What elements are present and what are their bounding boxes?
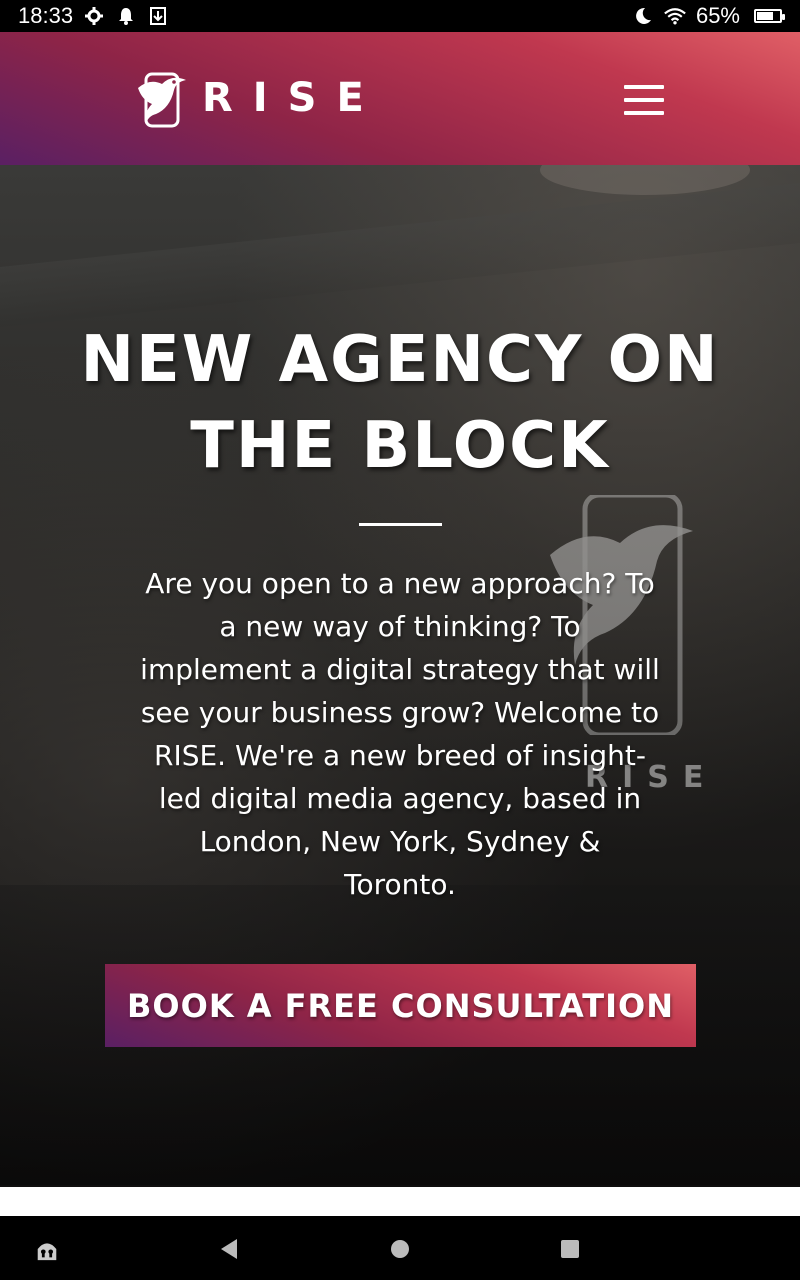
book-consultation-button[interactable]: BOOK A FREE CONSULTATION xyxy=(105,964,696,1047)
recents-icon[interactable] xyxy=(557,1236,583,1262)
accessibility-icon[interactable] xyxy=(34,1236,60,1262)
hamburger-menu-icon[interactable] xyxy=(624,85,664,115)
page-bottom-strip xyxy=(0,1187,800,1216)
status-bar: 18:33 65% xyxy=(0,0,800,32)
download-icon xyxy=(147,5,169,27)
battery-icon xyxy=(754,9,785,23)
hero-description: Are you open to a new approach? To a new… xyxy=(140,567,660,901)
hero-title: NEW AGENCY ON THE BLOCK xyxy=(80,323,720,483)
menu-line xyxy=(624,111,664,115)
navigation-bar xyxy=(0,1216,800,1280)
back-icon[interactable] xyxy=(216,1236,242,1262)
title-divider xyxy=(359,523,442,526)
menu-line xyxy=(624,98,664,102)
bird-logo-icon xyxy=(138,72,186,128)
background-ceiling xyxy=(0,182,800,328)
battery-level xyxy=(757,12,773,20)
screen: 18:33 65% RISE RISE NEW AGENCY ON THE BL… xyxy=(0,0,800,1280)
settings-icon xyxy=(83,5,105,27)
do-not-disturb-icon xyxy=(632,5,654,27)
battery-percent: 65% xyxy=(695,3,740,28)
hero-section: RISE NEW AGENCY ON THE BLOCK Are you ope… xyxy=(0,165,800,1187)
menu-line xyxy=(624,85,664,89)
wifi-icon xyxy=(664,5,686,27)
notification-icon xyxy=(115,5,137,27)
logo-text: RISE xyxy=(202,75,384,121)
logo[interactable]: RISE xyxy=(136,68,384,128)
site-header: RISE xyxy=(0,32,800,165)
status-left: 18:33 xyxy=(18,3,169,29)
home-icon[interactable] xyxy=(387,1236,413,1262)
status-time: 18:33 xyxy=(18,3,74,28)
status-right: 65% xyxy=(632,3,785,29)
